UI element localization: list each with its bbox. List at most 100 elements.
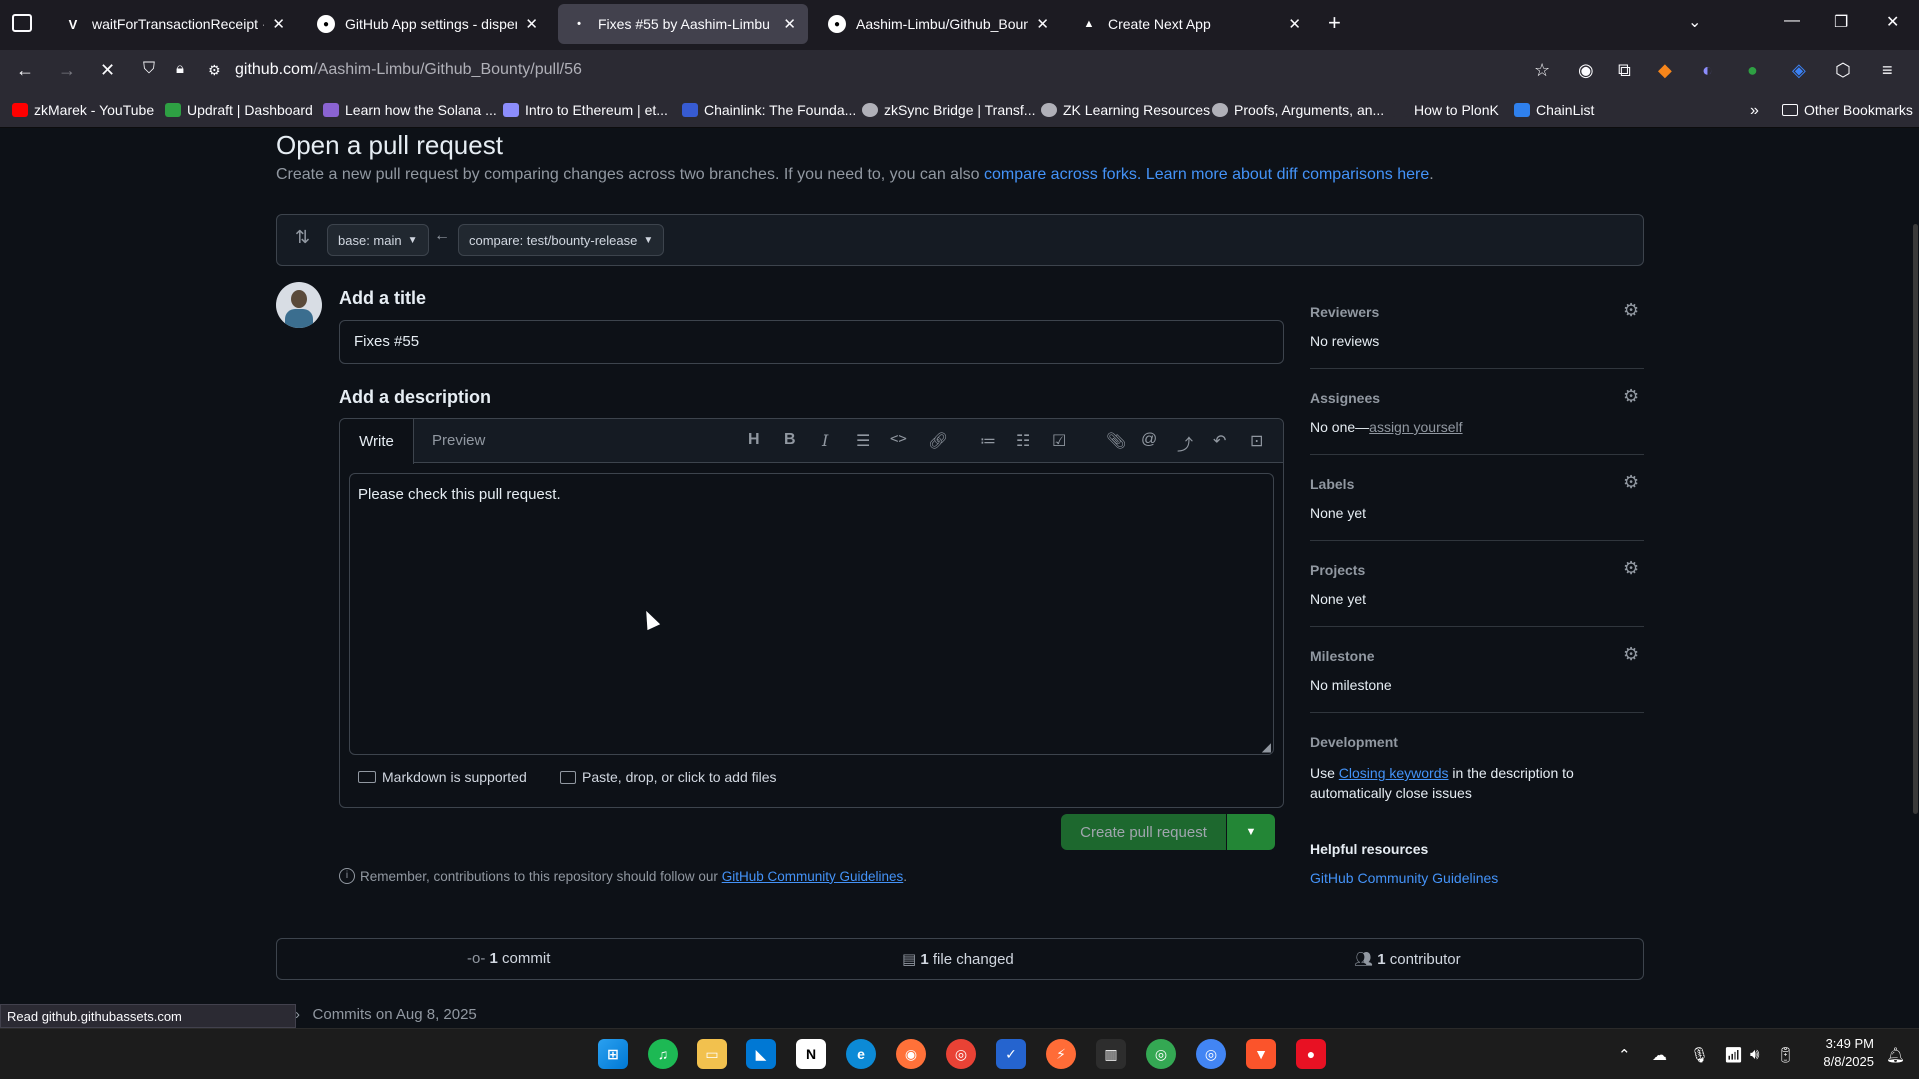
bookmark-item[interactable]: Updraft | Dashboard bbox=[165, 102, 313, 118]
bookmark-item[interactable]: ChainList bbox=[1514, 102, 1594, 118]
more-bookmarks-icon[interactable]: » bbox=[1750, 102, 1759, 120]
compare-branch-dropdown[interactable]: compare: test/bounty-release ▼ bbox=[458, 224, 665, 256]
attach-icon[interactable]: 📎︎ bbox=[1106, 431, 1126, 451]
cube-icon[interactable]: ⬡ bbox=[1835, 60, 1851, 81]
restore-button[interactable]: ❐ bbox=[1834, 12, 1848, 32]
title-input[interactable]: Fixes #55 bbox=[339, 320, 1284, 364]
assignees-gear-icon[interactable]: ⚙ bbox=[1623, 386, 1639, 407]
microphone-icon[interactable]: 🎙︎ bbox=[1690, 1046, 1709, 1064]
reviewers-gear-icon[interactable]: ⚙ bbox=[1623, 300, 1639, 321]
tab-1[interactable]: V waitForTransactionReceipt · Vie ✕ bbox=[52, 4, 297, 44]
wifi-icon[interactable]: 📶︎ bbox=[1724, 1046, 1743, 1064]
quote-icon[interactable]: ☰ bbox=[856, 431, 870, 451]
close-window-button[interactable]: ✕ bbox=[1886, 12, 1899, 32]
unordered-list-icon[interactable]: ☷ bbox=[1016, 431, 1030, 451]
base-branch-dropdown[interactable]: base: main ▼ bbox=[327, 224, 429, 256]
bookmark-item[interactable]: Chainlink: The Founda... bbox=[682, 102, 856, 118]
italic-icon[interactable]: I bbox=[822, 431, 828, 450]
commits-stat[interactable]: -o- 1 commit bbox=[467, 950, 550, 967]
notification-bell-icon[interactable]: 🔔︎ bbox=[1886, 1046, 1905, 1064]
tab-preview[interactable]: Preview bbox=[432, 432, 485, 449]
fullscreen-icon[interactable]: ⊡ bbox=[1250, 431, 1263, 451]
cross-reference-icon[interactable]: ⤴ bbox=[1177, 431, 1193, 455]
tab-2[interactable]: ● GitHub App settings - dispense ✕ bbox=[305, 4, 550, 44]
create-pull-request-button[interactable]: Create pull request bbox=[1061, 814, 1226, 850]
bold-icon[interactable]: B bbox=[784, 431, 796, 449]
compare-forks-link[interactable]: compare across forks. bbox=[984, 166, 1141, 183]
close-icon[interactable]: ✕ bbox=[525, 15, 538, 33]
tab-4[interactable]: ● Aashim-Limbu/Github_Bounty ✕ bbox=[816, 4, 1061, 44]
bookmark-item[interactable]: Proofs, Arguments, an... bbox=[1212, 102, 1384, 118]
bookmark-item[interactable]: ZK Learning Resources bbox=[1041, 102, 1210, 118]
list-all-tabs-icon[interactable]: ⌄ bbox=[1688, 12, 1701, 32]
ordered-list-icon[interactable]: ≔ bbox=[980, 431, 996, 451]
heading-icon[interactable]: H bbox=[748, 431, 760, 449]
markdown-supported[interactable]: Markdown is supported bbox=[358, 769, 527, 785]
battery-icon[interactable]: 🔋︎ bbox=[1776, 1046, 1795, 1064]
chrome-profile-icon[interactable]: ◎ bbox=[1146, 1039, 1176, 1069]
chrome-icon[interactable]: ◎ bbox=[946, 1039, 976, 1069]
extensions-icon[interactable]: ⧉ bbox=[1618, 60, 1631, 81]
site-info-icon[interactable]: ⚙ bbox=[208, 62, 221, 79]
firefox-icon[interactable]: ◉ bbox=[896, 1039, 926, 1069]
tab-3-active[interactable]: • Fixes #55 by Aashim-Limbu · Pu ✕ bbox=[558, 4, 808, 44]
shield-extension-icon[interactable]: ◈ bbox=[1792, 60, 1806, 81]
lock-icon[interactable]: 🔒︎ bbox=[176, 60, 184, 77]
menu-icon[interactable]: ≡ bbox=[1882, 60, 1893, 81]
minimize-button[interactable]: — bbox=[1784, 12, 1800, 30]
reviewers-heading[interactable]: Reviewers bbox=[1310, 304, 1379, 320]
description-textarea[interactable]: Please check this pull request. ◢ bbox=[349, 473, 1274, 755]
bookmark-star-icon[interactable]: ☆ bbox=[1534, 60, 1550, 81]
file-explorer-icon[interactable]: ▭ bbox=[697, 1039, 727, 1069]
stop-loading-icon[interactable]: ✕ bbox=[100, 60, 115, 81]
bookmark-item[interactable]: Learn how the Solana ... bbox=[323, 102, 497, 118]
tab-list-icon[interactable] bbox=[12, 14, 32, 32]
task-list-icon[interactable]: ☑ bbox=[1052, 431, 1066, 451]
bookmark-item[interactable]: zkMarek - YouTube bbox=[12, 102, 154, 118]
new-tab-button[interactable]: + bbox=[1328, 10, 1341, 36]
close-icon[interactable]: ✕ bbox=[783, 15, 796, 33]
notion-icon[interactable]: N bbox=[796, 1039, 826, 1069]
extension-icon[interactable]: ◐ bbox=[1702, 60, 1713, 81]
labels-gear-icon[interactable]: ⚙ bbox=[1623, 472, 1639, 493]
clock[interactable]: 3:49 PM 8/8/2025 bbox=[1810, 1035, 1874, 1071]
diff-comparisons-link[interactable]: Learn more about diff comparisons here bbox=[1146, 166, 1429, 183]
close-icon[interactable]: ✕ bbox=[1288, 15, 1301, 33]
url-bar[interactable]: github.com/Aashim-Limbu/Github_Bounty/pu… bbox=[235, 61, 582, 79]
onedrive-icon[interactable]: ☁ bbox=[1652, 1046, 1667, 1064]
add-files[interactable]: Paste, drop, or click to add files bbox=[560, 769, 777, 785]
create-options-dropdown[interactable]: ▼ bbox=[1227, 814, 1275, 850]
volume-icon[interactable]: 🔊︎ bbox=[1750, 1046, 1759, 1063]
close-icon[interactable]: ✕ bbox=[272, 15, 285, 33]
contributors-stat[interactable]: 👥︎ 1 contributor bbox=[1354, 950, 1461, 968]
bookmark-item[interactable]: How to PlonK bbox=[1392, 102, 1499, 118]
bookmark-item[interactable]: Intro to Ethereum | et... bbox=[503, 102, 668, 118]
link-icon[interactable]: 🔗︎ bbox=[928, 431, 948, 451]
chart-app-icon[interactable]: ▥ bbox=[1096, 1039, 1126, 1069]
milestone-gear-icon[interactable]: ⚙ bbox=[1623, 644, 1639, 665]
labels-heading[interactable]: Labels bbox=[1310, 476, 1354, 492]
tab-5[interactable]: ▲ Create Next App ✕ bbox=[1068, 4, 1313, 44]
tab-write[interactable]: Write bbox=[340, 419, 414, 464]
metamask-icon[interactable]: ◆ bbox=[1658, 60, 1672, 81]
milestone-heading[interactable]: Milestone bbox=[1310, 648, 1375, 664]
close-icon[interactable]: ✕ bbox=[1036, 15, 1049, 33]
todo-icon[interactable]: ✓ bbox=[996, 1039, 1026, 1069]
undo-icon[interactable]: ↶ bbox=[1213, 431, 1226, 451]
projects-gear-icon[interactable]: ⚙ bbox=[1623, 558, 1639, 579]
brave-icon[interactable]: ▼ bbox=[1246, 1039, 1276, 1069]
helpful-guidelines-link[interactable]: GitHub Community Guidelines bbox=[1310, 870, 1498, 886]
mention-icon[interactable]: @ bbox=[1141, 431, 1157, 449]
spotify-icon[interactable]: ♫ bbox=[648, 1039, 678, 1069]
recorder-icon[interactable]: ● bbox=[1296, 1039, 1326, 1069]
back-icon[interactable]: ← bbox=[16, 60, 34, 81]
postman-icon[interactable]: ⚡ bbox=[1046, 1039, 1076, 1069]
files-stat[interactable]: ▤ 1 file changed bbox=[902, 950, 1014, 968]
projects-heading[interactable]: Projects bbox=[1310, 562, 1365, 578]
account-icon[interactable]: ◉ bbox=[1578, 60, 1594, 81]
resize-handle-icon[interactable]: ◢ bbox=[1262, 740, 1271, 754]
chrome-profile-2-icon[interactable]: ◎ bbox=[1196, 1039, 1226, 1069]
page-scrollbar[interactable] bbox=[1913, 224, 1918, 814]
bookmark-item[interactable]: zkSync Bridge | Transf... bbox=[862, 102, 1035, 118]
community-guidelines-link[interactable]: GitHub Community Guidelines bbox=[722, 869, 904, 884]
